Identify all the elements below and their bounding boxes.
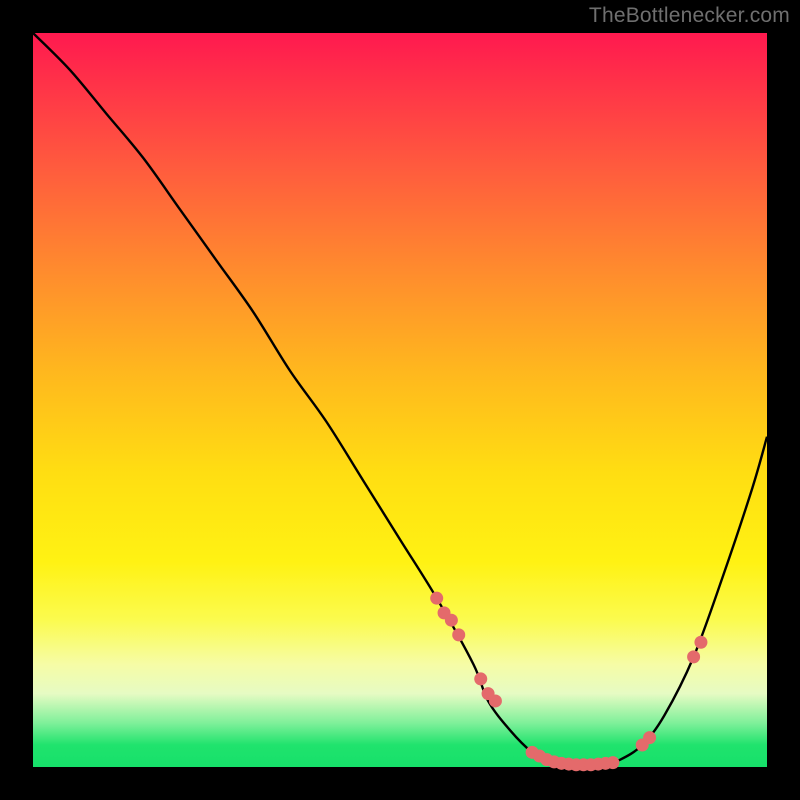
plot-area [33, 33, 767, 767]
marker-point [445, 614, 458, 627]
marker-point [489, 694, 502, 707]
marker-point [687, 650, 700, 663]
marker-group [430, 592, 707, 772]
marker-point [643, 731, 656, 744]
marker-point [606, 756, 619, 769]
curve-svg [33, 33, 767, 767]
bottleneck-curve [33, 33, 767, 765]
chart-frame: TheBottlenecker.com [0, 0, 800, 800]
marker-point [452, 628, 465, 641]
marker-point [694, 636, 707, 649]
watermark-text: TheBottlenecker.com [589, 4, 790, 28]
marker-point [474, 672, 487, 685]
marker-point [430, 592, 443, 605]
